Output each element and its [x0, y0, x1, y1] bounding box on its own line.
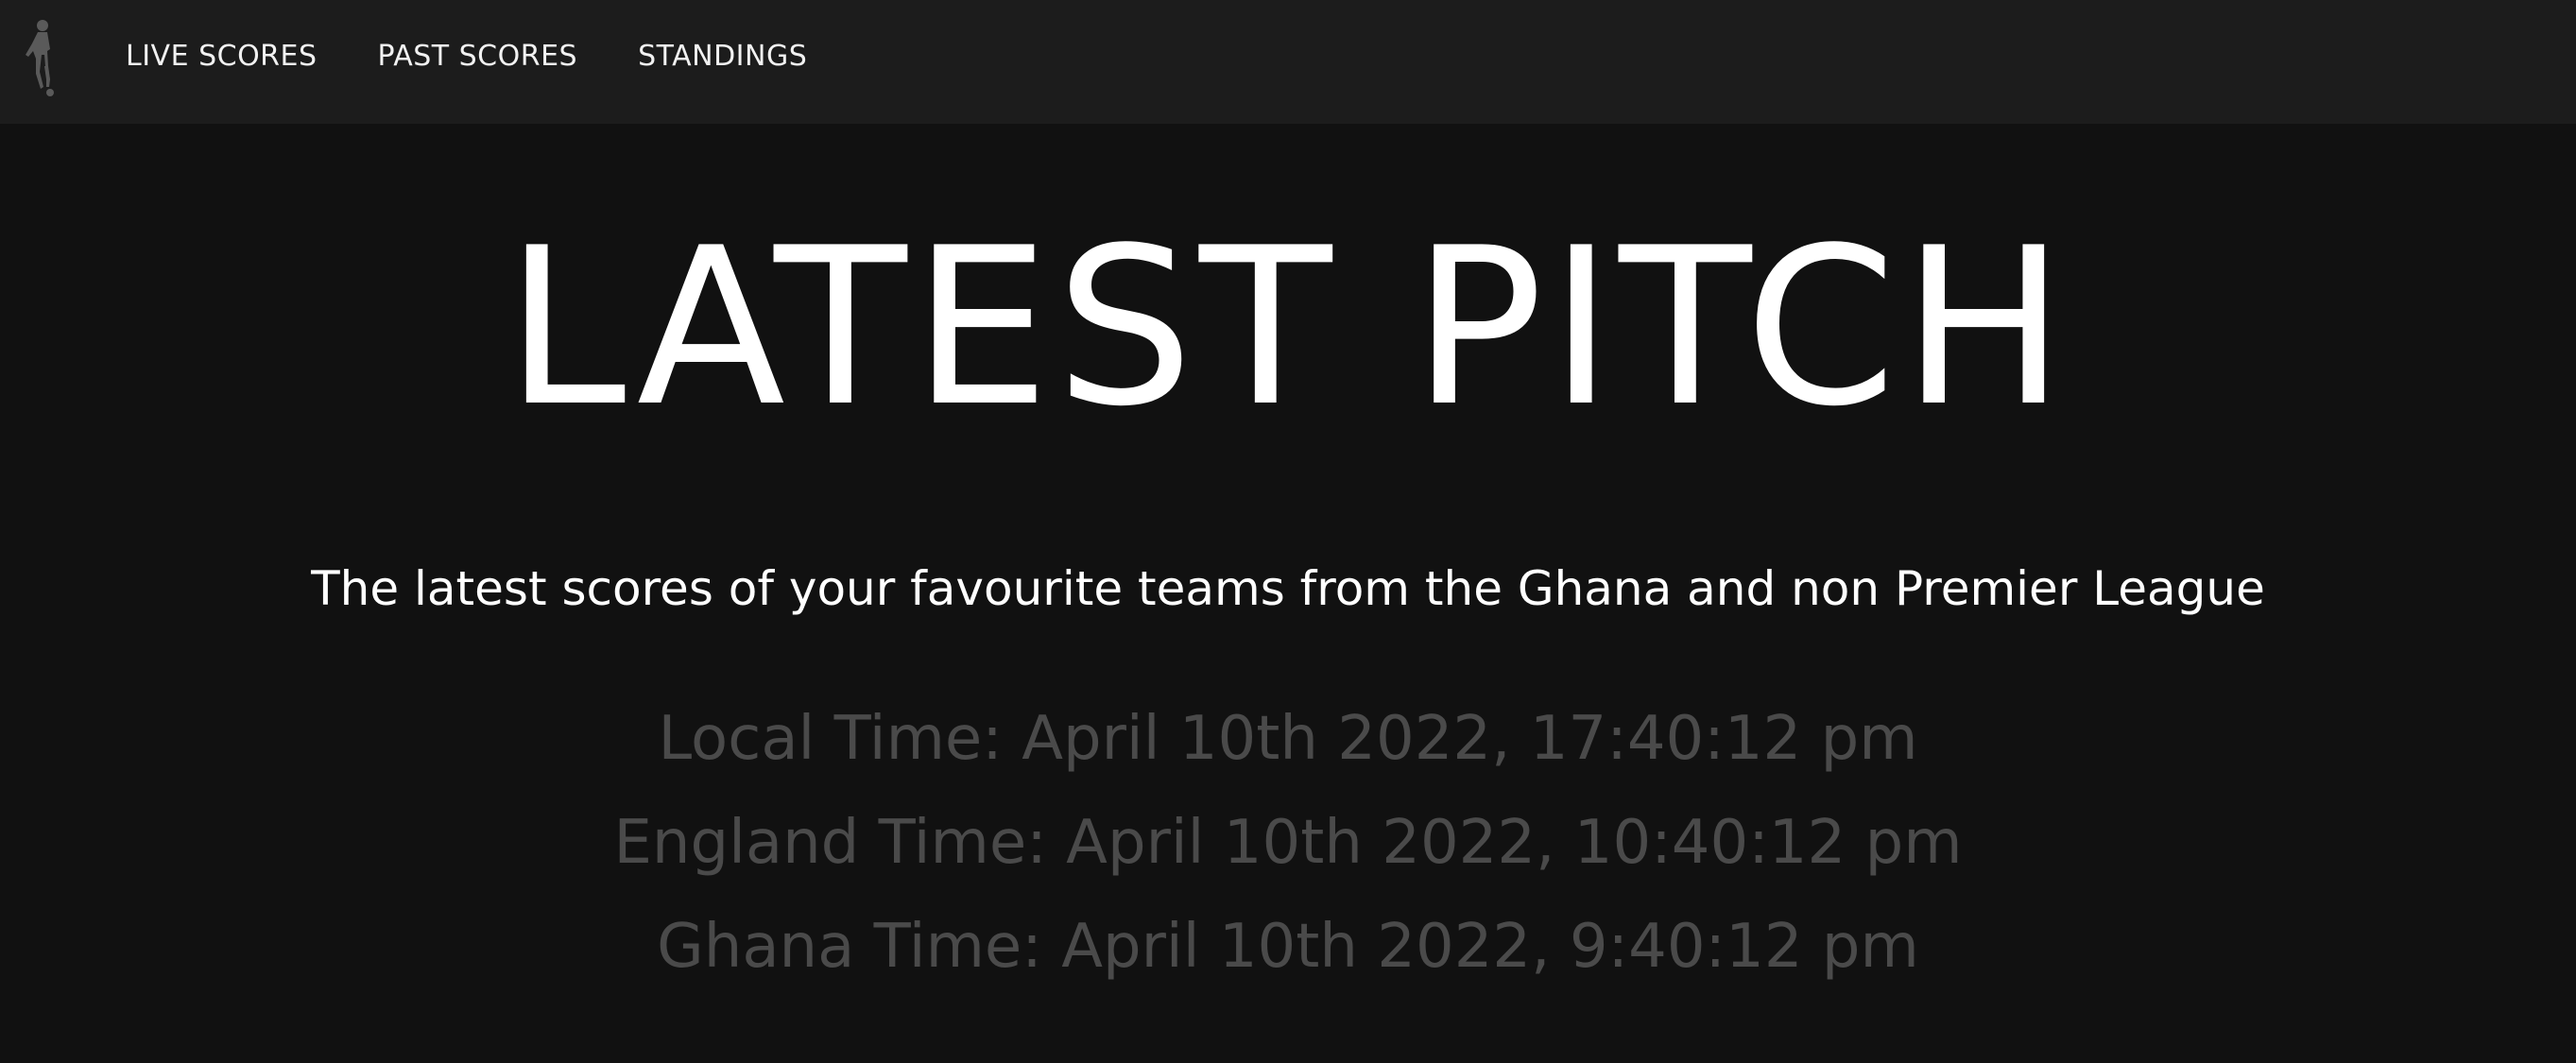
- local-time: Local Time: April 10th 2022, 17:40:12 pm: [658, 704, 1918, 774]
- ghana-time: Ghana Time: April 10th 2022, 9:40:12 pm: [657, 912, 1919, 982]
- england-time: England Time: April 10th 2022, 10:40:12 …: [613, 808, 1963, 878]
- nav-live-scores[interactable]: LIVE SCORES: [126, 40, 318, 73]
- nav-past-scores[interactable]: PAST SCORES: [378, 40, 578, 73]
- footballer-silhouette-icon[interactable]: [19, 17, 64, 98]
- nav-links: LIVE SCORES PAST SCORES STANDINGS: [126, 0, 867, 111]
- page-subtitle: The latest scores of your favourite team…: [311, 561, 2265, 616]
- nav-standings[interactable]: STANDINGS: [638, 40, 807, 73]
- navbar: LIVE SCORES PAST SCORES STANDINGS: [0, 0, 2576, 124]
- page-title: LATEST PITCH: [505, 202, 2071, 454]
